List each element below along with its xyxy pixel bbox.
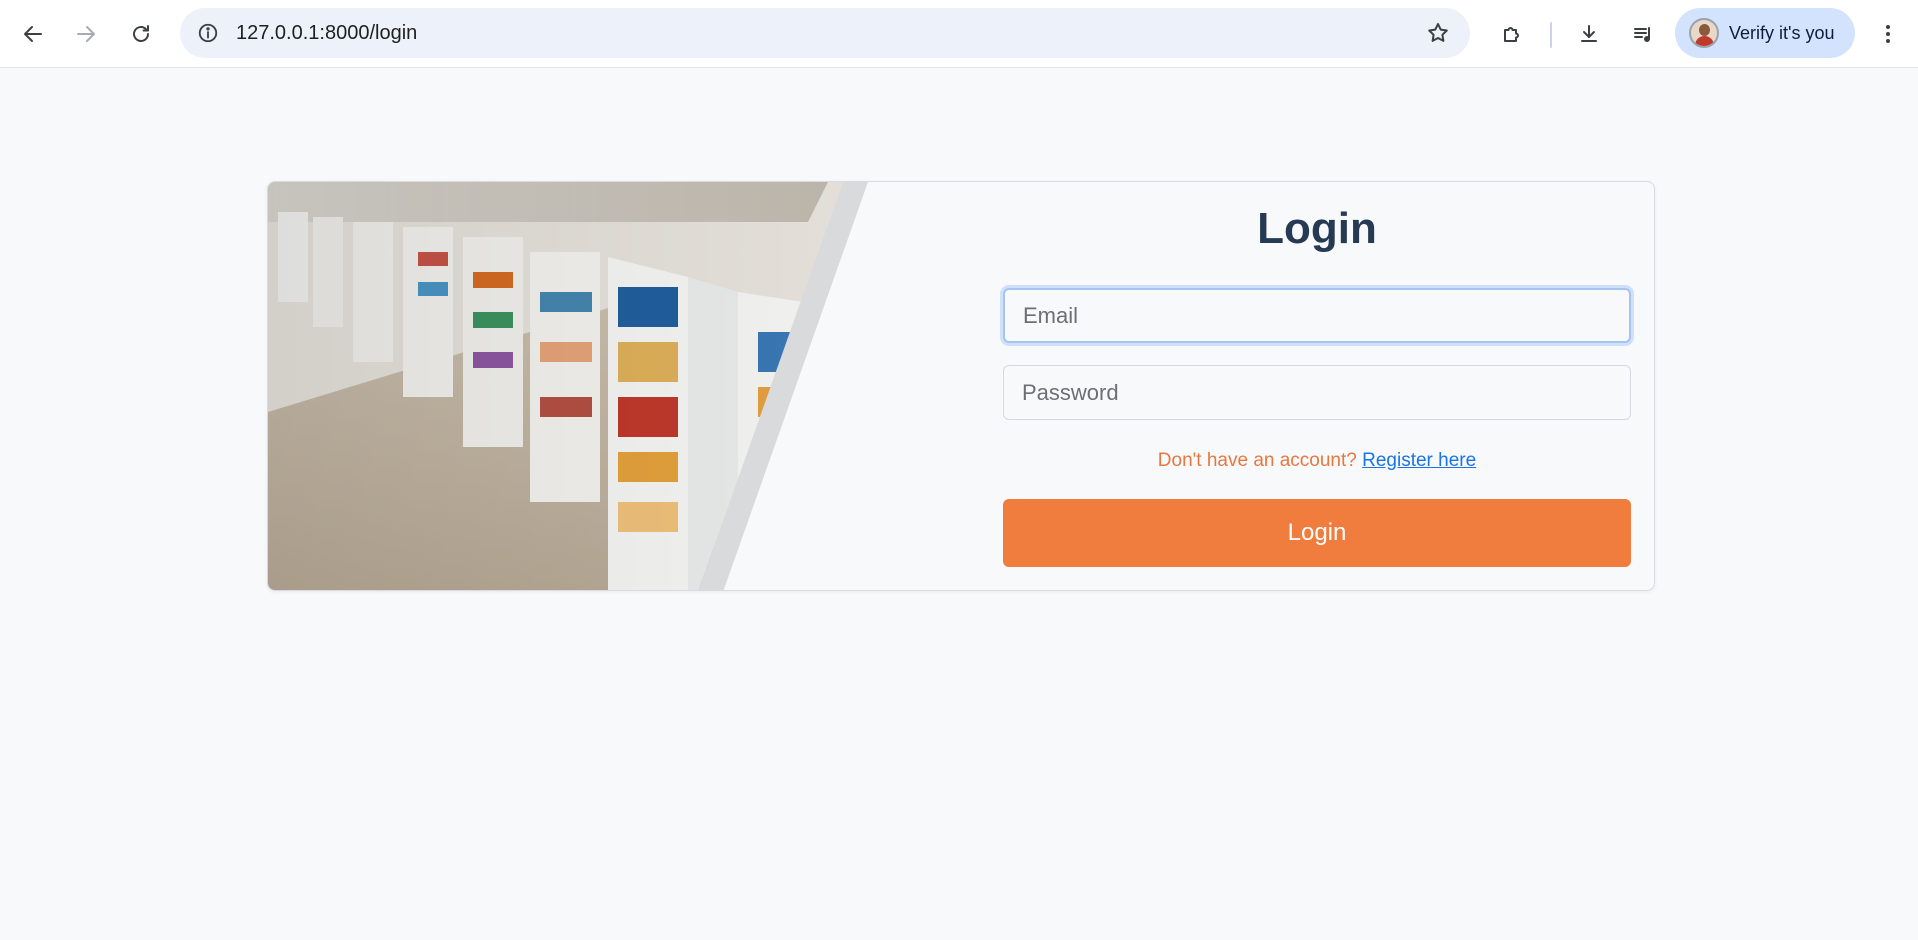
library-bookshelves-image bbox=[268, 182, 868, 590]
email-field[interactable] bbox=[1003, 288, 1631, 343]
site-info-icon[interactable] bbox=[192, 17, 224, 49]
profile-verify-chip[interactable]: Verify it's you bbox=[1675, 8, 1855, 58]
back-arrow-icon[interactable] bbox=[13, 14, 53, 54]
login-button[interactable]: Login bbox=[1003, 499, 1631, 567]
login-form: Login Don't have an account? Register he… bbox=[1003, 182, 1631, 590]
browser-toolbar: 127.0.0.1:8000/login Verify it's you bbox=[0, 0, 1918, 68]
reload-icon[interactable] bbox=[121, 14, 161, 54]
address-bar[interactable]: 127.0.0.1:8000/login bbox=[180, 8, 1470, 58]
register-link[interactable]: Register here bbox=[1362, 450, 1476, 471]
password-field[interactable] bbox=[1003, 365, 1631, 420]
extensions-icon[interactable] bbox=[1492, 14, 1532, 54]
toolbar-separator bbox=[1550, 22, 1552, 48]
profile-label: Verify it's you bbox=[1729, 22, 1835, 43]
register-prompt: Don't have an account? Register here bbox=[1003, 450, 1631, 472]
page-title: Login bbox=[1257, 204, 1377, 253]
bookmark-star-icon[interactable] bbox=[1422, 17, 1454, 49]
register-prompt-text: Don't have an account? bbox=[1157, 450, 1357, 471]
forward-arrow-icon[interactable] bbox=[66, 14, 106, 54]
login-card: Login Don't have an account? Register he… bbox=[267, 181, 1655, 591]
url-text[interactable]: 127.0.0.1:8000/login bbox=[236, 8, 417, 58]
more-menu-icon[interactable] bbox=[1868, 14, 1908, 54]
download-icon[interactable] bbox=[1569, 14, 1609, 54]
media-queue-icon[interactable] bbox=[1623, 14, 1663, 54]
profile-avatar-icon bbox=[1689, 18, 1719, 48]
